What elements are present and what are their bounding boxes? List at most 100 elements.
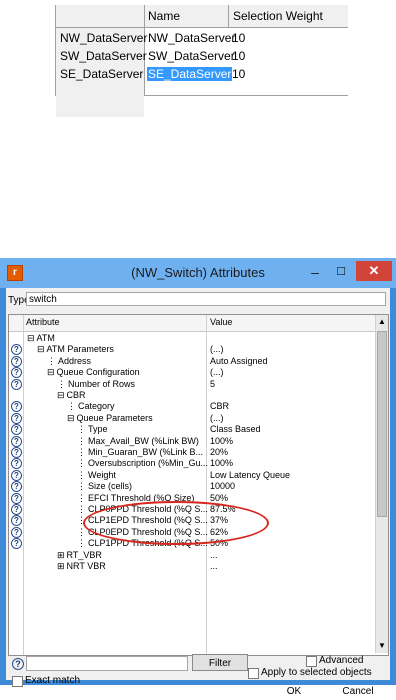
attribute-row[interactable]: ⊟ ATM [9,333,375,344]
help-icon[interactable]: ? [11,447,22,458]
attribute-row[interactable]: ⊞ RT_VBR... [9,550,375,561]
weight-cell[interactable]: 10 [232,67,245,81]
help-icon[interactable]: ? [11,435,22,447]
attribute-value[interactable]: ... [210,561,218,572]
attribute-name: ⋮ Number of Rows [57,379,135,390]
column-header-name[interactable]: Name [148,9,180,23]
expand-collapse-icon[interactable]: ⊟ [37,344,45,354]
attribute-value[interactable]: 5 [210,379,215,390]
column-header-value[interactable]: Value [210,317,232,327]
table-row[interactable]: NW_DataServer NW_DataServer 10 [56,30,348,46]
attribute-row[interactable]: ? ⋮ Type Class Based [9,424,375,436]
column-header-attribute[interactable]: Attribute [26,317,60,327]
help-icon[interactable]: ? [12,658,24,670]
help-icon[interactable]: ? [11,344,22,356]
attribute-row[interactable]: ? ⋮ Number of Rows 5 [9,378,375,390]
attribute-label: ATM [36,333,55,343]
find-input[interactable] [26,656,188,671]
maximize-button[interactable]: ☐ [330,263,352,281]
tree-branch-icon: ⋮ [77,424,86,435]
cancel-button[interactable]: Cancel [330,683,386,700]
attribute-value[interactable]: CBR [210,401,229,412]
table-row[interactable]: SE_DataServer SE_DataServer 10 [56,66,348,82]
attribute-row[interactable]: ? ⋮ Max_Avail_BW (%Link BW) 100% [9,435,375,447]
help-icon[interactable]: ? [11,515,22,527]
help-icon[interactable]: ? [11,378,22,390]
vertical-scrollbar[interactable]: ▲ ▼ [375,315,388,653]
expand-collapse-icon[interactable]: ⊞ [57,550,65,560]
attribute-value[interactable]: 20% [210,447,228,458]
attribute-row[interactable]: ? ⋮ Min_Guaran_BW (%Link B... 20% [9,447,375,458]
attribute-value[interactable]: ... [210,550,218,561]
attribute-name: ⊟ ATM Parameters [37,344,114,355]
advanced-checkbox[interactable] [306,656,317,667]
ok-button[interactable]: OK [270,683,318,700]
attribute-label: Queue Configuration [56,367,140,378]
help-icon[interactable]: ? [11,492,22,504]
attribute-value[interactable]: 10000 [210,481,235,492]
weight-cell[interactable]: 10 [232,31,245,45]
scroll-down-arrow-icon[interactable]: ▼ [376,639,388,653]
title-bar[interactable]: r (NW_Switch) Attributes – ☐ ✕ [0,258,396,288]
attribute-value[interactable]: 100% [210,436,233,447]
attribute-value[interactable]: Auto Assigned [210,356,268,367]
help-icon[interactable]: ? [11,504,22,515]
help-icon[interactable]: ? [11,367,22,379]
expand-collapse-icon[interactable]: ⊞ [57,561,65,571]
expand-collapse-icon[interactable]: ⊟ [27,333,35,343]
filter-button[interactable]: Filter [192,654,248,671]
help-icon[interactable]: ? [11,401,22,413]
attribute-tree[interactable]: Attribute Value ⊟ ATM? ⊟ ATM Parameters (...… [8,314,389,656]
attribute-name: ⋮ Max_Avail_BW (%Link BW) [77,436,199,447]
type-field[interactable]: switch [26,292,386,306]
help-icon[interactable]: ? [11,355,22,367]
attribute-label: Type [88,424,108,435]
attribute-value[interactable]: Low Latency Queue [210,470,290,481]
attribute-row[interactable]: ? ⊟ Queue Parameters (...) [9,412,375,424]
apply-to-selected-checkbox[interactable] [248,668,259,679]
tree-branch-icon: ⋮ [77,435,86,446]
expand-collapse-icon[interactable]: ⊟ [47,367,55,377]
scroll-up-arrow-icon[interactable]: ▲ [376,315,388,329]
exact-match-checkbox[interactable] [12,676,23,687]
help-icon[interactable]: ? [11,458,22,470]
attribute-value[interactable]: (...) [210,344,224,355]
help-icon[interactable]: ? [11,424,22,436]
name-cell[interactable]: NW_DataServer [147,31,236,45]
attribute-value[interactable]: 100% [210,458,233,469]
attribute-row[interactable]: ? ⊟ Queue Configuration (...) [9,367,375,379]
attribute-row[interactable]: ? ⋮ Weight Low Latency Queue [9,469,375,481]
tree-branch-icon: ⋮ [47,355,56,366]
attribute-label: Oversubscription (%Min_Gu... [88,458,209,469]
attribute-name: ⊟ Queue Parameters [67,413,153,424]
row-header: SE_DataServer [60,67,144,81]
table-corner [56,5,145,27]
table-row[interactable]: SW_DataServer SW_DataServer 10 [56,48,348,64]
column-header-selection-weight[interactable]: Selection Weight [233,9,323,23]
attribute-row[interactable]: ? ⋮ Size (cells) 10000 [9,481,375,493]
attribute-row[interactable]: ⊞ NRT VBR... [9,561,375,572]
attribute-value[interactable]: Class Based [210,424,261,435]
minimize-button[interactable]: – [304,263,326,281]
help-icon[interactable]: ? [11,526,22,538]
attribute-row[interactable]: ? ⋮ Address Auto Assigned [9,355,375,367]
scrollbar-thumb[interactable] [377,331,387,517]
attribute-row[interactable]: ? ⊟ ATM Parameters (...) [9,344,375,356]
expand-collapse-icon[interactable]: ⊟ [67,413,75,423]
attribute-row[interactable]: ⊟ CBR [9,390,375,401]
attribute-value[interactable]: (...) [210,413,224,424]
weight-cell[interactable]: 10 [232,49,245,63]
help-icon[interactable]: ? [11,412,22,424]
attribute-value[interactable]: (...) [210,367,224,378]
apply-to-selected-label: Apply to selected objects [261,667,372,678]
tree-branch-icon: ⋮ [57,378,66,389]
help-icon[interactable]: ? [11,481,22,493]
expand-collapse-icon[interactable]: ⊟ [57,390,65,400]
close-button[interactable]: ✕ [356,261,392,281]
name-cell[interactable]: SW_DataServer [147,49,236,63]
attribute-row[interactable]: ? ⋮ Oversubscription (%Min_Gu... 100% [9,458,375,470]
name-cell[interactable]: SE_DataServer [147,67,233,81]
attribute-row[interactable]: ? ⋮ Category CBR [9,401,375,413]
help-icon[interactable]: ? [11,538,22,550]
help-icon[interactable]: ? [11,469,22,481]
